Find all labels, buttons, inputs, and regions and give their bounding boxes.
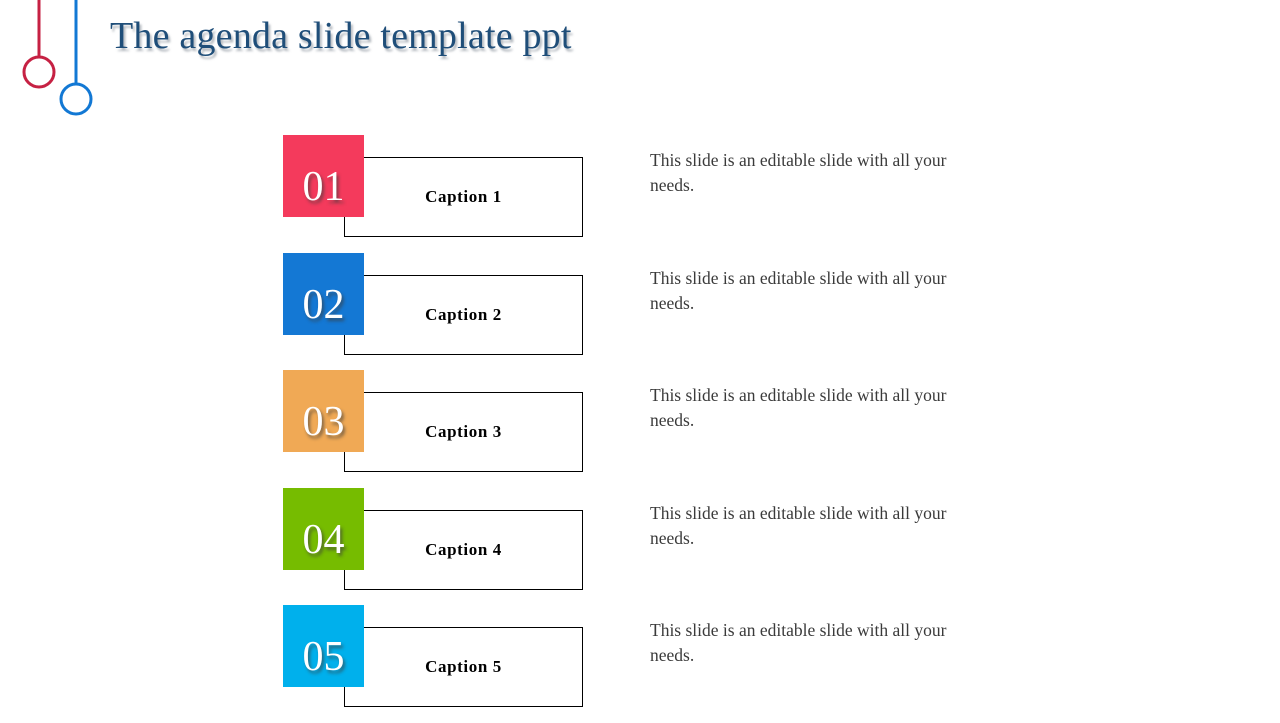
page-title: The agenda slide template ppt [110, 15, 572, 57]
agenda-description-05: This slide is an editable slide with all… [650, 620, 947, 665]
agenda-number-label: 05 [302, 634, 345, 680]
agenda-description-01: This slide is an editable slide with all… [650, 150, 947, 195]
agenda-number-badge-02[interactable]: 02 [283, 252, 364, 335]
agenda-description-03: This slide is an editable slide with all… [650, 385, 947, 430]
agenda-caption-label: Caption 2 [425, 304, 502, 324]
agenda-row[interactable]: 03 Caption 3 This slide is an editable s… [0, 370, 1280, 488]
agenda-number-label: 03 [302, 399, 345, 445]
agenda-number-label: 02 [302, 281, 345, 328]
blue-pin-circle [59, 82, 93, 116]
agenda-number-badge-03[interactable]: 03 [283, 370, 364, 452]
agenda-caption-box-01[interactable]: Caption 1 [344, 157, 583, 237]
agenda-caption-box-05[interactable]: Caption 5 [344, 627, 583, 707]
agenda-row[interactable]: 04 Caption 4 This slide is an editable s… [0, 487, 1280, 606]
agenda-caption-box-02[interactable]: Caption 2 [344, 274, 583, 355]
agenda-row[interactable]: 05 Caption 5 This slide is an editable s… [0, 605, 1280, 723]
agenda-caption-label: Caption 5 [425, 657, 502, 676]
agenda-number-label: 01 [302, 164, 345, 210]
agenda-number-badge-04[interactable]: 04 [283, 487, 364, 570]
agenda-number-badge-05[interactable]: 05 [283, 605, 364, 687]
agenda-caption-label: Caption 3 [425, 422, 502, 441]
agenda-caption-box-03[interactable]: Caption 3 [344, 392, 583, 472]
red-pin-circle [22, 55, 56, 89]
agenda-caption-box-04[interactable]: Caption 4 [344, 509, 583, 590]
agenda-description-04: This slide is an editable slide with all… [650, 502, 947, 548]
agenda-list: 01 Caption 1 This slide is an editable s… [0, 135, 1280, 723]
agenda-row[interactable]: 02 Caption 2 This slide is an editable s… [0, 252, 1280, 371]
agenda-number-badge-01[interactable]: 01 [283, 135, 364, 217]
agenda-caption-label: Caption 1 [425, 187, 502, 206]
agenda-row[interactable]: 01 Caption 1 This slide is an editable s… [0, 135, 1280, 253]
agenda-description-02: This slide is an editable slide with all… [650, 267, 947, 313]
agenda-number-label: 04 [302, 516, 345, 563]
agenda-caption-label: Caption 4 [425, 539, 502, 559]
